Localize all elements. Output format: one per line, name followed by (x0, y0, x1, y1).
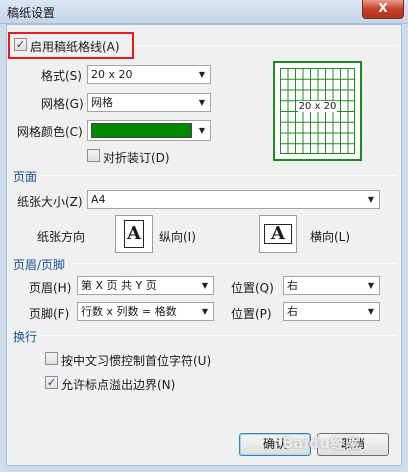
header-position-label: 位置(Q) (231, 281, 274, 295)
section-divider (41, 175, 397, 176)
chinese-rule-label: 按中文习惯控制首位字符(U) (61, 354, 212, 368)
color-swatch (91, 123, 192, 138)
section-divider (41, 335, 397, 336)
allow-overflow-checkbox[interactable]: ✓ (45, 376, 58, 389)
preview-label-container: 20 x 20 (275, 101, 360, 112)
close-icon: X (378, 1, 388, 15)
fold-binding-checkbox[interactable] (87, 149, 100, 162)
close-button[interactable]: X (362, 0, 404, 19)
check-mark-icon: ✓ (46, 376, 57, 389)
footer-value: 行数 x 列数 = 格数 (81, 305, 177, 318)
format-label: 格式(S) (41, 69, 82, 83)
title-bar: 稿纸设置 X (0, 0, 408, 24)
footer-position-value: 右 (287, 305, 298, 318)
landscape-button[interactable]: A (259, 215, 297, 253)
grid-color-select[interactable]: ▼ (87, 120, 211, 141)
chevron-down-icon: ▼ (367, 195, 375, 204)
portrait-label: 纵向(I) (159, 230, 196, 244)
grid-style-select[interactable]: 网格 ▼ (87, 93, 211, 112)
format-value: 20 x 20 (91, 68, 133, 81)
wrap-section-title: 换行 (13, 330, 38, 344)
paper-size-select[interactable]: A4 ▼ (87, 190, 380, 209)
grid-style-label: 网格(G) (41, 97, 84, 111)
grid-preview: 20 x 20 (273, 61, 362, 161)
header-select[interactable]: 第 X 页 共 Y 页 ▼ (77, 276, 214, 295)
header-value: 第 X 页 共 Y 页 (81, 279, 157, 292)
allow-overflow-label: 允许标点溢出边界(N) (61, 378, 176, 392)
footer-label: 页脚(F) (29, 307, 70, 321)
header-position-select[interactable]: 右 ▼ (283, 276, 380, 295)
landscape-label: 横向(L) (310, 230, 351, 244)
footer-position-select[interactable]: 右 ▼ (283, 302, 380, 321)
footer-position-label: 位置(P) (231, 307, 272, 321)
grid-style-value: 网格 (91, 96, 113, 109)
chinese-rule-checkbox[interactable] (45, 352, 58, 365)
portrait-page-icon: A (124, 220, 144, 248)
header-position-value: 右 (287, 279, 298, 292)
fold-binding-label: 对折装订(D) (103, 151, 170, 165)
watermark-logo: Baidu经验 (282, 434, 361, 452)
enable-grid-label: 启用稿纸格线(A) (30, 40, 120, 54)
section-divider (73, 263, 397, 264)
enable-grid-checkbox[interactable]: ✓ (14, 38, 27, 51)
landscape-page-icon: A (264, 224, 292, 244)
chevron-down-icon: ▼ (198, 70, 206, 79)
dialog-body: ✓ 启用稿纸格线(A) 格式(S) 20 x 20 ▼ 网格(G) 网格 ▼ 网… (6, 24, 402, 466)
footer-select[interactable]: 行数 x 列数 = 格数 ▼ (77, 302, 214, 321)
grid-color-label: 网格颜色(C) (17, 125, 83, 139)
header-footer-section-title: 页眉/页脚 (13, 258, 66, 272)
chevron-down-icon: ▼ (201, 281, 209, 290)
chevron-down-icon: ▼ (367, 281, 375, 290)
page-section-title: 页面 (13, 170, 38, 184)
window-title: 稿纸设置 (7, 6, 56, 20)
chevron-down-icon: ▼ (201, 307, 209, 316)
chevron-down-icon: ▼ (198, 98, 206, 107)
paper-size-value: A4 (91, 193, 106, 206)
preview-label: 20 x 20 (297, 101, 338, 112)
chevron-down-icon: ▼ (198, 126, 206, 135)
section-divider (135, 45, 397, 46)
check-mark-icon: ✓ (15, 38, 26, 51)
chevron-down-icon: ▼ (367, 307, 375, 316)
portrait-button[interactable]: A (115, 215, 153, 253)
paper-size-label: 纸张大小(Z) (17, 195, 83, 209)
header-label: 页眉(H) (29, 281, 72, 295)
format-select[interactable]: 20 x 20 ▼ (87, 65, 211, 84)
orientation-label: 纸张方向 (37, 230, 86, 244)
